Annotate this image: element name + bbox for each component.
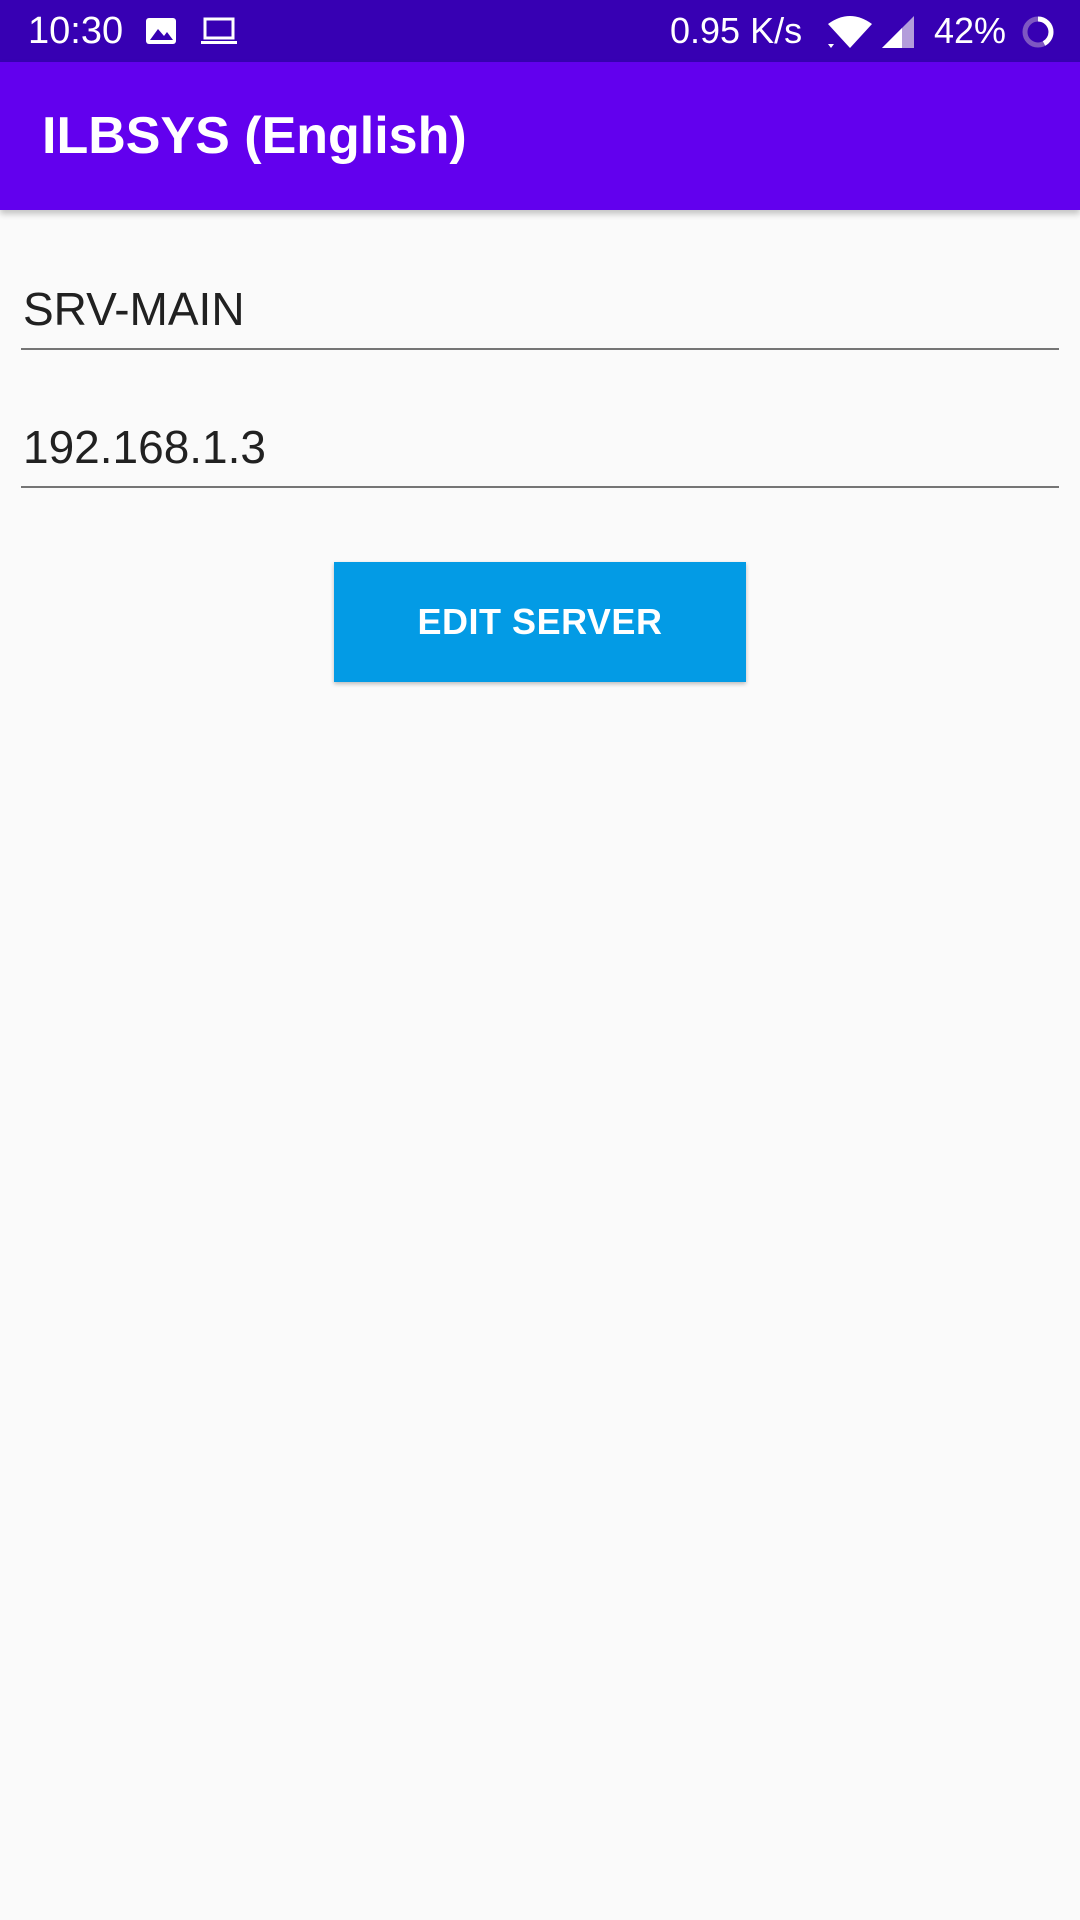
wifi-icon <box>826 14 874 50</box>
server-ip-input[interactable] <box>21 408 1059 488</box>
server-name-input[interactable] <box>21 270 1059 350</box>
gallery-icon <box>145 17 177 45</box>
app-bar: ILBSYS (English) <box>0 62 1080 210</box>
status-time: 10:30 <box>28 10 124 52</box>
laptop-icon <box>200 16 238 46</box>
status-bar: 10:30 0.95 K/s 42% <box>0 0 1080 62</box>
cell-signal-icon <box>880 14 916 50</box>
network-speed: 0.95 K/s <box>670 10 803 51</box>
edit-server-button[interactable]: EDIT SERVER <box>334 562 746 682</box>
app-title: ILBSYS (English) <box>42 107 467 165</box>
battery-percent: 42% <box>934 10 1007 51</box>
battery-icon <box>1020 14 1056 50</box>
